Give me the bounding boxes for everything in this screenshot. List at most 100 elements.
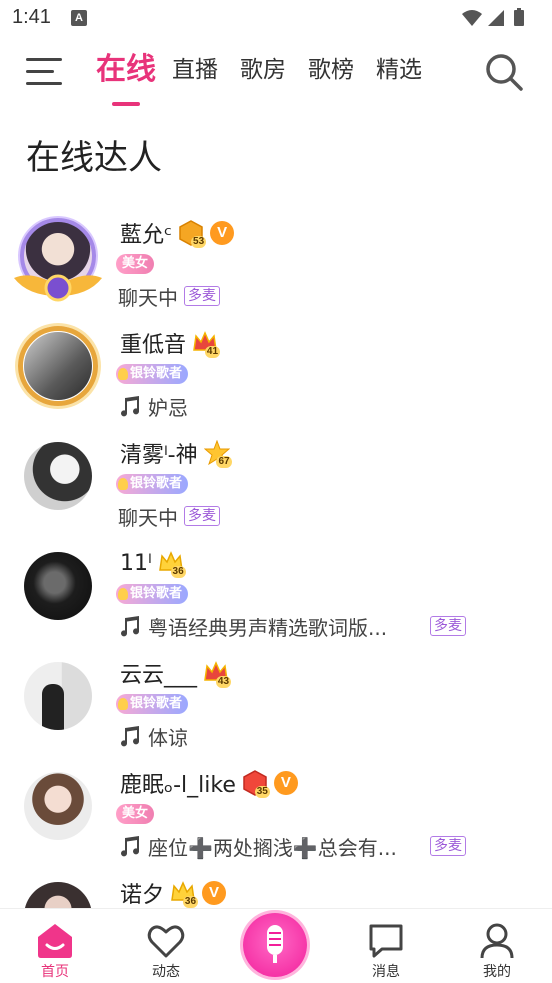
avatar[interactable] <box>12 648 104 748</box>
user-tag: 银铃歌者 <box>116 364 189 384</box>
avatar-figure <box>42 684 64 730</box>
status-line: 聊天中 多麦 <box>118 503 538 530</box>
profile-icon <box>480 923 514 959</box>
level-number: 67 <box>216 456 232 468</box>
user-tag: 银铃歌者 <box>116 474 189 494</box>
level-number: 35 <box>254 786 270 798</box>
status-text: 聊天中 <box>118 505 178 530</box>
name-line: 清雾ˡ-神 67 <box>120 438 232 468</box>
crown-level-icon: 36 <box>170 880 199 908</box>
tab-song-chart[interactable]: 歌榜 <box>308 50 354 98</box>
menu-line <box>26 82 62 85</box>
level-badge-icon: 53 <box>178 220 207 248</box>
message-icon <box>369 924 403 958</box>
level-number: 43 <box>215 676 232 688</box>
avatar-image <box>24 332 92 400</box>
nav-label: 首页 <box>41 964 69 980</box>
level-badge-icon: 67 <box>203 439 232 468</box>
user-name: 藍允ᶜ <box>120 223 173 248</box>
music-note-icon <box>121 396 140 417</box>
system-status-icons <box>462 8 524 26</box>
search-icon[interactable] <box>484 52 524 92</box>
wifi-icon <box>462 10 482 26</box>
avatar-image <box>24 442 92 510</box>
name-line: 云云___ 43 <box>120 658 232 688</box>
avatar[interactable] <box>12 868 104 908</box>
level-number: 53 <box>191 236 207 248</box>
status-line: 座位➕两处搁浅➕总会有... 多麦 <box>118 833 538 860</box>
menu-line <box>26 58 62 61</box>
nav-messages[interactable]: 消息 <box>356 919 416 980</box>
verified-badge-icon: V <box>210 221 235 245</box>
tab-online[interactable]: 在线 <box>96 50 156 106</box>
user-tag: 美女 <box>116 254 155 274</box>
user-name: 鹿眠ₒ-l_like <box>120 773 236 798</box>
level-number: 36 <box>182 896 199 908</box>
category-tabs: 在线 直播 歌房 歌榜 精选 <box>96 50 444 106</box>
list-item[interactable]: 鹿眠ₒ-l_like 35 V 美女 座位➕两处搁浅➕总会有... 多麦 <box>0 758 552 868</box>
duo-mic-badge: 多麦 <box>430 616 466 636</box>
avatar[interactable] <box>12 758 104 858</box>
list-item[interactable]: 11ˡ 36 银铃歌者 粤语经典男声精选歌词版... 多麦 <box>0 538 552 648</box>
duo-mic-badge: 多麦 <box>184 506 220 526</box>
menu-button[interactable] <box>26 56 66 88</box>
heart-icon <box>147 925 185 958</box>
duo-mic-badge: 多麦 <box>184 286 220 306</box>
crown-level-icon: 43 <box>203 660 232 688</box>
level-number: 41 <box>204 346 221 358</box>
level-number: 36 <box>170 566 186 578</box>
tab-live[interactable]: 直播 <box>172 50 218 98</box>
name-line: 诺夕 36 V <box>120 878 227 908</box>
user-name: 诺夕 <box>120 883 165 908</box>
avatar[interactable] <box>12 428 104 528</box>
nav-feed[interactable]: 动态 <box>136 919 196 980</box>
avatar[interactable] <box>12 318 104 418</box>
level-badge-icon: 35 <box>242 770 270 798</box>
user-name: 重低音 <box>120 333 187 358</box>
user-name: 清雾ˡ-神 <box>120 443 198 468</box>
name-line: 鹿眠ₒ-l_like 35 V <box>120 768 298 798</box>
user-name: 11ˡ <box>120 550 152 576</box>
status-text: 体谅 <box>148 725 188 750</box>
status-text: 粤语经典男声精选歌词版... <box>148 615 388 640</box>
status-time: 1:41 <box>12 6 51 28</box>
crown-level-icon: 41 <box>192 330 221 358</box>
tab-featured[interactable]: 精选 <box>376 50 422 98</box>
mic-button[interactable] <box>243 913 307 977</box>
nav-profile[interactable]: 我的 <box>467 919 527 980</box>
avatar[interactable] <box>12 208 104 308</box>
status-line: 聊天中 多麦 <box>118 283 538 310</box>
name-line: 藍允ᶜ 53 V <box>120 218 235 248</box>
list-item[interactable]: 藍允ᶜ 53 V 美女 聊天中 多麦 <box>0 208 552 318</box>
user-tag: 银铃歌者 <box>116 584 189 604</box>
bottom-nav: 首页 动态 消息 我的 <box>0 908 552 983</box>
nav-label: 消息 <box>372 964 400 980</box>
duo-mic-badge: 多麦 <box>430 836 466 856</box>
avatar-image <box>24 552 92 620</box>
music-note-icon <box>121 726 140 747</box>
tab-song-room[interactable]: 歌房 <box>240 50 286 98</box>
verified-badge-icon: V <box>202 881 227 905</box>
avatar-image <box>24 882 92 908</box>
crown-level-icon: 36 <box>158 550 186 578</box>
section-title: 在线达人 <box>26 138 162 178</box>
verified-badge-icon: V <box>273 771 298 795</box>
name-line: 11ˡ 36 <box>120 548 186 578</box>
status-line: 妒忌 <box>118 393 538 420</box>
status-text: 聊天中 <box>118 285 178 310</box>
list-item[interactable]: 云云___ 43 银铃歌者 体谅 <box>0 648 552 758</box>
signal-icon <box>488 10 504 26</box>
nav-home[interactable]: 首页 <box>25 919 85 980</box>
home-icon <box>38 924 72 958</box>
notification-icon: A <box>71 10 87 26</box>
list-item[interactable]: 重低音 41 银铃歌者 妒忌 <box>0 318 552 428</box>
battery-icon <box>514 10 524 26</box>
top-nav: 在线 直播 歌房 歌榜 精选 <box>0 40 552 106</box>
music-note-icon <box>121 836 140 857</box>
list-item[interactable]: 诺夕 36 V <box>0 868 552 908</box>
music-note-icon <box>121 616 140 637</box>
mic-icon <box>267 925 283 963</box>
avatar[interactable] <box>12 538 104 638</box>
list-item[interactable]: 清雾ˡ-神 67 银铃歌者 聊天中 多麦 <box>0 428 552 538</box>
user-name: 云云___ <box>120 663 198 688</box>
